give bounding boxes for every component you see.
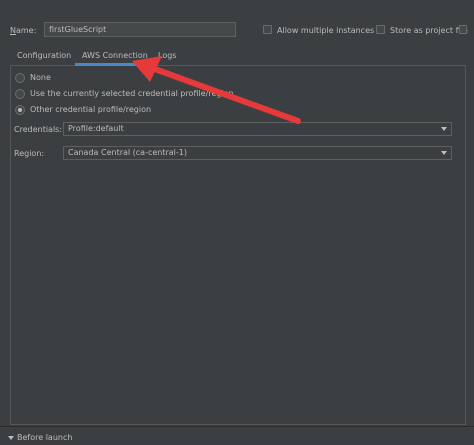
before-launch-toggle[interactable]: Before launch (8, 433, 72, 442)
before-launch-label: Before launch (17, 433, 73, 442)
footer-divider (0, 426, 474, 427)
chevron-down-icon (8, 435, 14, 440)
annotation-arrow (132, 56, 301, 124)
arrow-shaft (149, 65, 301, 124)
